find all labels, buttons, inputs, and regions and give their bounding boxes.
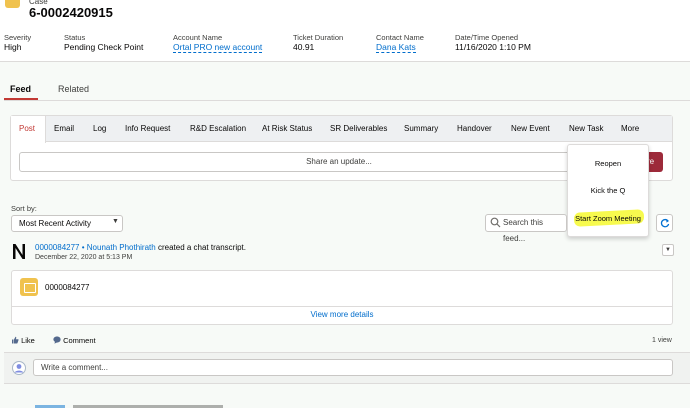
like-label: Like (21, 336, 35, 345)
status-value: Pending Check Point (64, 42, 144, 52)
contact-name-link[interactable]: Dana Kats (376, 42, 416, 53)
publisher-tab-email[interactable]: Email (54, 124, 74, 133)
case-icon (5, 0, 20, 8)
publisher-tab-at-risk-status[interactable]: At Risk Status (262, 124, 312, 133)
search-icon (490, 217, 501, 228)
thumbs-up-icon (12, 336, 19, 344)
view-count: 1 view (652, 337, 672, 344)
refresh-button[interactable] (656, 214, 673, 232)
feed-item-menu-button[interactable]: ▼ (662, 244, 674, 256)
menu-item-reopen[interactable]: Reopen (568, 159, 648, 168)
publisher-tab-post[interactable]: Post (19, 124, 35, 133)
sort-label: Sort by: (11, 204, 37, 213)
account-name-link[interactable]: Ortal PRO new account (173, 42, 263, 53)
write-comment-input[interactable]: Write a comment... (33, 359, 673, 376)
actor-link[interactable]: Nounath Phothirath (87, 243, 156, 252)
chat-transcript-icon (20, 278, 38, 296)
severity-value: High (4, 42, 22, 52)
next-feed-item-peek (35, 402, 265, 408)
tab-related[interactable]: Related (58, 84, 89, 94)
feed-item-date[interactable]: December 22, 2020 at 5:13 PM (35, 254, 132, 261)
menu-item-kick-the-q[interactable]: Kick the Q (568, 186, 648, 195)
publisher-tab-log[interactable]: Log (93, 124, 106, 133)
account-name-label: Account Name (173, 33, 223, 42)
user-avatar-icon (12, 361, 26, 375)
ticket-duration-value: 40.91 (293, 42, 315, 52)
menu-item-start-zoom-meeting[interactable]: Start Zoom Meeting (568, 214, 648, 223)
refresh-icon (660, 218, 670, 228)
severity-label: Severity (4, 33, 32, 42)
like-button[interactable]: Like (11, 336, 35, 345)
case-number: 6-0002420915 (29, 5, 113, 20)
publisher-tab-new-event[interactable]: New Event (511, 124, 550, 133)
comment-icon (53, 336, 61, 344)
publisher-tab-new-task[interactable]: New Task (569, 124, 604, 133)
feed-action-text: created a chat transcript. (157, 243, 246, 252)
publisher-tab-sr-deliverables[interactable]: SR Deliverables (330, 124, 387, 133)
publisher-tab-rd-escalation[interactable]: R&D Escalation (190, 124, 246, 133)
date-opened-value: 11/16/2020 1:10 PM (455, 42, 531, 52)
contact-name-label: Contact Name (376, 33, 424, 42)
record-link[interactable]: 0000084277 (35, 243, 80, 252)
comment-label: Comment (63, 336, 96, 345)
view-more-details-link[interactable]: View more details (12, 310, 672, 319)
share-update-input[interactable]: Share an update... (19, 152, 659, 172)
publisher-tab-info-request[interactable]: Info Request (125, 124, 170, 133)
date-opened-label: Date/Time Opened (455, 33, 519, 42)
actor-logo-icon (13, 244, 25, 259)
ticket-duration-label: Ticket Duration (293, 33, 344, 42)
publisher-tab-handover[interactable]: Handover (457, 124, 492, 133)
publisher-tab-more[interactable]: More (621, 124, 639, 133)
publisher-tab-summary[interactable]: Summary (404, 124, 438, 133)
separator: • (81, 243, 85, 252)
comment-button[interactable]: Comment (53, 336, 96, 345)
divider (12, 306, 672, 307)
status-label: Status (64, 33, 86, 42)
tabs-divider (4, 100, 690, 101)
chevron-down-icon: ▼ (112, 218, 119, 225)
sort-select[interactable]: Most Recent Activity (11, 215, 123, 232)
attachment-name[interactable]: 0000084277 (45, 283, 90, 292)
tab-feed[interactable]: Feed (10, 84, 31, 94)
feed-item-header: 0000084277 • Nounath Phothirath created … (35, 243, 246, 252)
